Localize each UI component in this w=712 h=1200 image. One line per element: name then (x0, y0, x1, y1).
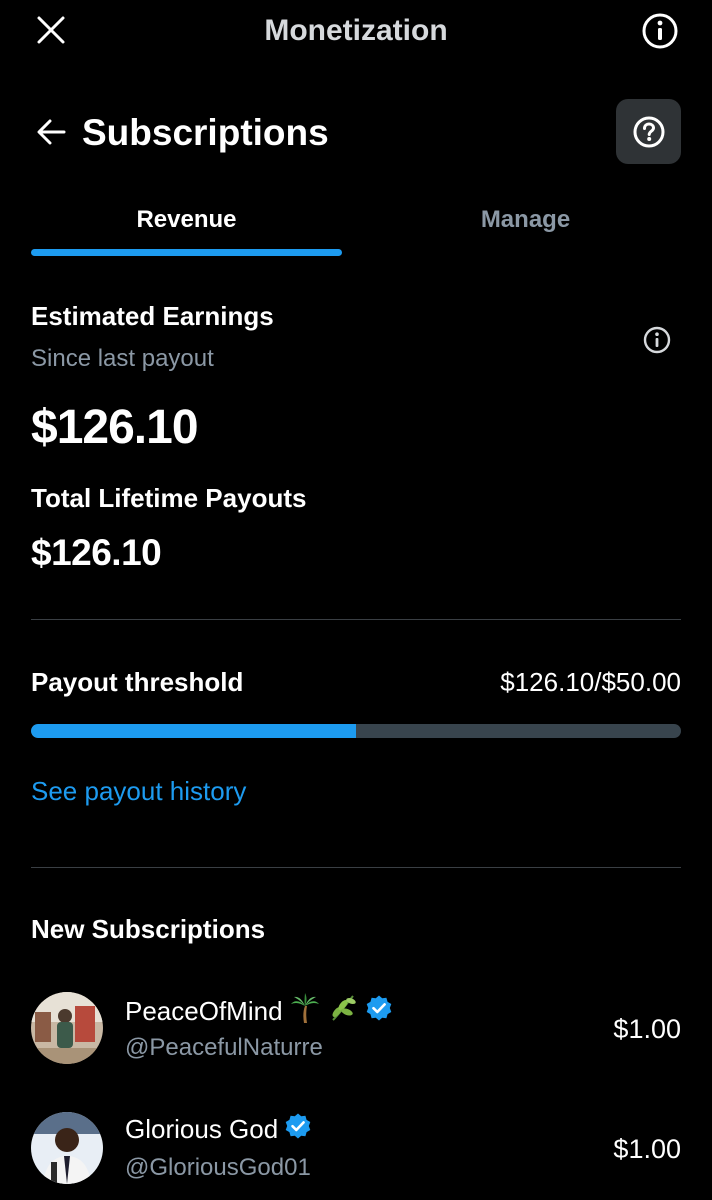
info-icon[interactable] (641, 12, 679, 50)
herb-icon (327, 992, 359, 1031)
lifetime-payouts-amount: $126.10 (31, 532, 162, 573)
divider (31, 619, 681, 620)
section-title: Subscriptions (82, 112, 329, 153)
since-last-payout-label: Since last payout (31, 345, 214, 372)
info-icon[interactable] (643, 326, 671, 354)
monetization-screen: Monetization Subscriptions Revenue Manag… (0, 0, 712, 1200)
payout-progress-bar (31, 724, 681, 738)
verified-badge-icon (284, 1112, 312, 1147)
tab-manage[interactable]: Manage (370, 202, 681, 238)
page-title: Monetization (264, 14, 448, 47)
back-arrow-icon[interactable] (35, 117, 67, 147)
payout-progress-fill (31, 724, 356, 738)
subscription-amount: $1.00 (613, 1134, 681, 1164)
subscriber-handle: @PeacefulNaturre (125, 1034, 323, 1061)
subscriber-row[interactable]: Glorious God @GloriousGod01 $1.00 (0, 1100, 712, 1200)
avatar[interactable] (31, 992, 103, 1064)
subscriber-name: PeaceOfMind (125, 996, 283, 1026)
subscription-amount: $1.00 (613, 1014, 681, 1044)
help-button[interactable] (616, 99, 681, 164)
estimated-earnings-heading: Estimated Earnings (31, 301, 274, 331)
estimated-earnings-amount: $126.10 (31, 401, 199, 454)
palm-tree-icon (289, 992, 321, 1031)
lifetime-payouts-heading: Total Lifetime Payouts (31, 483, 307, 513)
see-payout-history-link[interactable]: See payout history (31, 776, 246, 807)
payout-threshold-heading: Payout threshold (31, 667, 244, 697)
avatar[interactable] (31, 1112, 103, 1184)
tab-revenue[interactable]: Revenue (31, 202, 342, 238)
subscriber-name: Glorious God (125, 1114, 279, 1144)
verified-badge-icon (365, 994, 393, 1029)
active-tab-indicator (31, 249, 342, 256)
subscriber-handle: @GloriousGod01 (125, 1154, 311, 1181)
divider (31, 867, 681, 868)
question-circle-icon (633, 116, 664, 147)
payout-threshold-value: $126.10/$50.00 (500, 667, 681, 697)
subscriber-row[interactable]: PeaceOfMind @PeacefulNaturre $1.00 (0, 980, 712, 1080)
new-subscriptions-heading: New Subscriptions (31, 914, 266, 944)
